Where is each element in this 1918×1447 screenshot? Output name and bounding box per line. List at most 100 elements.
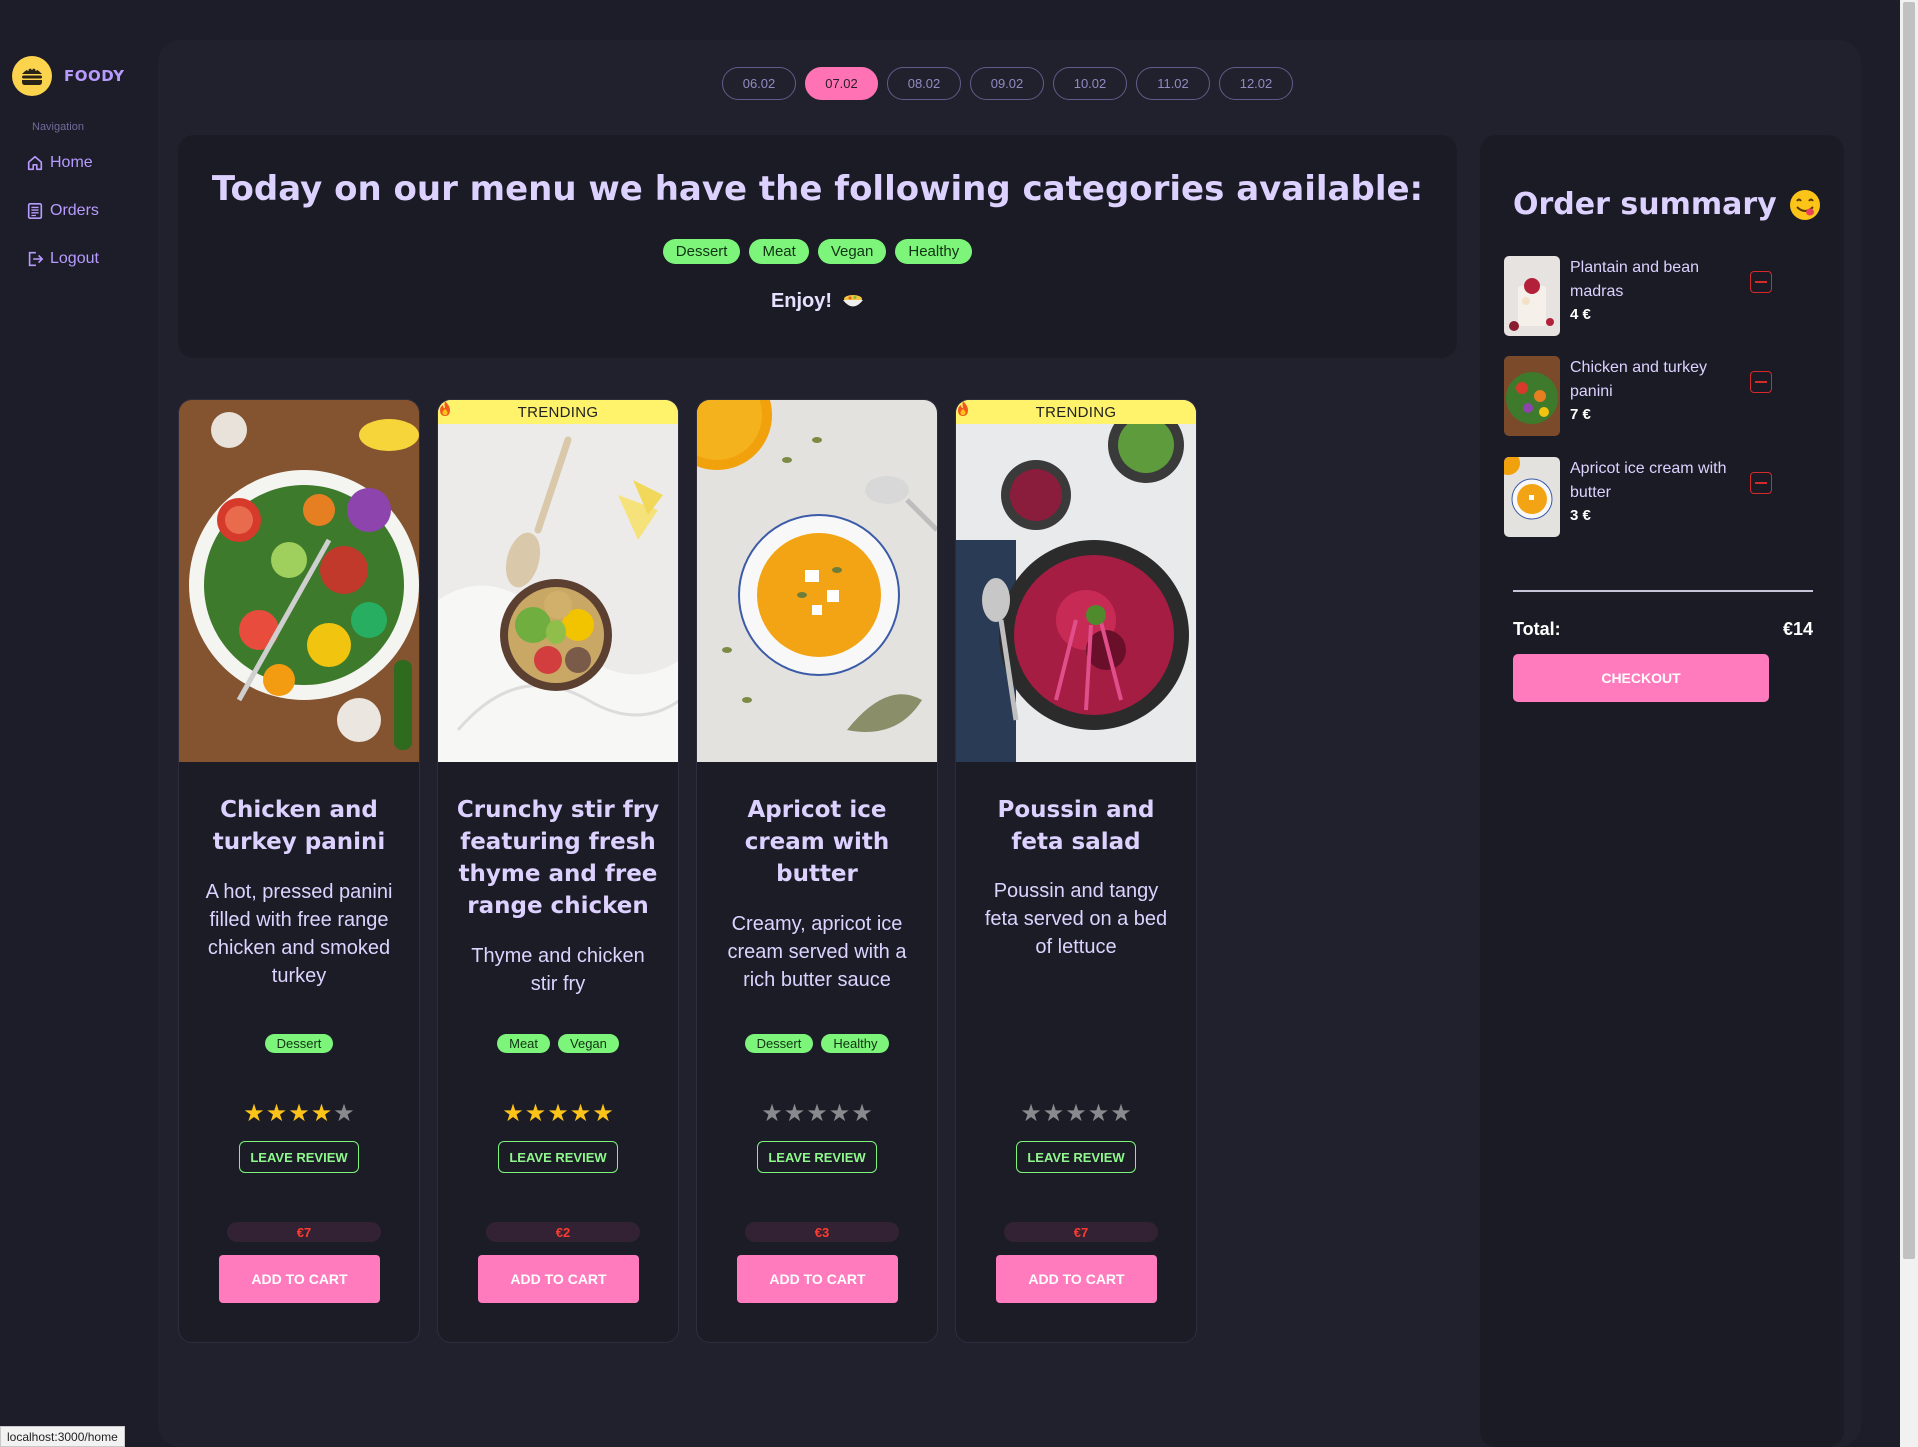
star-icon[interactable]: ★ [1043, 1102, 1065, 1126]
star-icon[interactable]: ★ [1020, 1102, 1042, 1126]
star-icon[interactable]: ★ [784, 1102, 806, 1126]
logout-icon [28, 251, 44, 267]
star-icon[interactable]: ★ [333, 1102, 355, 1126]
summary-item-name: Chicken and turkey panini [1570, 359, 1707, 400]
summary-item-image [1504, 256, 1560, 336]
status-url: localhost:3000/home [0, 1426, 125, 1447]
summary-item-name: Apricot ice cream with butter [1570, 460, 1727, 501]
rating-stars[interactable]: ★ ★ ★ ★ ★ [179, 1102, 419, 1126]
star-icon[interactable]: ★ [547, 1102, 569, 1126]
meal-image: TRENDING [438, 400, 678, 762]
category-tag[interactable]: Meat [749, 239, 809, 264]
date-tab[interactable]: 08.02 [887, 67, 961, 100]
meal-tag: Dessert [264, 1034, 334, 1053]
meal-tag: Meat [497, 1034, 551, 1053]
meal-card: TRENDING Crunchy stir fry featuring fres… [437, 399, 679, 1343]
meal-tag: Healthy [821, 1034, 890, 1053]
star-icon[interactable]: ★ [592, 1102, 614, 1126]
summary-item-price: 4 € [1570, 306, 1591, 323]
sidebar-item-logout[interactable]: Logout [26, 250, 99, 268]
logo[interactable]: FOODY [12, 56, 124, 96]
summary-item-price: 7 € [1570, 406, 1591, 423]
summary-item-name: Plantain and bean madras [1570, 259, 1699, 300]
star-icon[interactable]: ★ [1065, 1102, 1087, 1126]
summary-item-image [1504, 356, 1560, 436]
meal-tags: Dessert Healthy [697, 1034, 937, 1053]
summary-divider [1513, 590, 1813, 592]
sidebar-item-home[interactable]: Home [26, 154, 93, 172]
date-selector: 06.02 07.02 08.02 09.02 10.02 11.02 12.0… [722, 67, 1293, 100]
checkout-button[interactable]: CHECKOUT [1513, 654, 1769, 702]
remove-item-button[interactable] [1750, 371, 1772, 393]
summary-item-image [1504, 457, 1560, 537]
star-icon[interactable]: ★ [288, 1102, 310, 1126]
add-to-cart-button[interactable]: ADD TO CART [219, 1255, 380, 1303]
trending-label: TRENDING [1035, 403, 1117, 421]
date-tab[interactable]: 10.02 [1053, 67, 1127, 100]
meal-description: Thyme and chicken stir fry [471, 945, 645, 995]
date-tab-selected[interactable]: 07.02 [805, 67, 878, 100]
star-icon[interactable]: ★ [829, 1102, 851, 1126]
star-icon[interactable]: ★ [1088, 1102, 1110, 1126]
orders-icon [27, 202, 43, 220]
rating-stars[interactable]: ★ ★ ★ ★ ★ [438, 1102, 678, 1126]
date-tab[interactable]: 06.02 [722, 67, 796, 100]
add-to-cart-button[interactable]: ADD TO CART [996, 1255, 1157, 1303]
leave-review-button[interactable]: LEAVE REVIEW [757, 1141, 877, 1173]
price-badge: €3 [745, 1222, 899, 1242]
meal-title: Poussin and feta salad [997, 797, 1155, 855]
add-to-cart-button[interactable]: ADD TO CART [478, 1255, 639, 1303]
meal-description: A hot, pressed panini filled with free r… [205, 881, 393, 987]
enjoy-message: Enjoy! [178, 290, 1457, 313]
enjoy-text: Enjoy! [770, 290, 833, 312]
star-icon[interactable]: ★ [761, 1102, 783, 1126]
leave-review-button[interactable]: LEAVE REVIEW [239, 1141, 359, 1173]
date-tab[interactable]: 12.02 [1219, 67, 1293, 100]
star-icon[interactable]: ★ [1110, 1102, 1132, 1126]
meal-card: TRENDING Poussin and feta salad Poussin … [955, 399, 1197, 1343]
category-tag[interactable]: Vegan [817, 239, 887, 264]
star-icon[interactable]: ★ [243, 1102, 265, 1126]
nav-heading: Navigation [32, 121, 84, 133]
meal-title: Apricot ice cream with butter [744, 797, 890, 887]
star-icon[interactable]: ★ [525, 1102, 547, 1126]
sidebar-item-orders[interactable]: Orders [26, 202, 99, 220]
sidebar-item-label: Home [50, 154, 93, 171]
category-list: Dessert Meat Vegan Healthy [178, 239, 1457, 264]
remove-item-button[interactable] [1750, 271, 1772, 293]
star-icon[interactable]: ★ [502, 1102, 524, 1126]
meal-title: Crunchy stir fry featuring fresh thyme a… [456, 797, 660, 919]
leave-review-button[interactable]: LEAVE REVIEW [498, 1141, 618, 1173]
home-icon [27, 155, 43, 171]
sidebar-item-label: Orders [50, 202, 99, 219]
category-tag[interactable]: Dessert [662, 239, 741, 264]
menu-banner: Today on our menu we have the following … [178, 135, 1457, 358]
date-tab[interactable]: 09.02 [970, 67, 1044, 100]
add-to-cart-button[interactable]: ADD TO CART [737, 1255, 898, 1303]
date-tab[interactable]: 11.02 [1136, 67, 1210, 100]
summary-item-price: 3 € [1570, 507, 1591, 524]
star-icon[interactable]: ★ [570, 1102, 592, 1126]
scrollbar-thumb[interactable] [1903, 2, 1915, 1259]
burger-icon [12, 56, 52, 96]
rating-stars[interactable]: ★ ★ ★ ★ ★ [697, 1102, 937, 1126]
remove-item-button[interactable] [1750, 472, 1772, 494]
leave-review-button[interactable]: LEAVE REVIEW [1016, 1141, 1136, 1173]
star-icon[interactable]: ★ [266, 1102, 288, 1126]
star-icon[interactable]: ★ [311, 1102, 333, 1126]
app-name: FOODY [64, 67, 125, 85]
page-scrollbar[interactable] [1900, 0, 1918, 1447]
category-tag[interactable]: Healthy [895, 239, 973, 264]
meal-description: Poussin and tangy feta served on a bed o… [984, 880, 1168, 958]
fire-icon [958, 401, 968, 416]
sidebar: FOODY Navigation Home Orders Logout [0, 0, 158, 1447]
meal-card: Chicken and turkey panini A hot, pressed… [178, 399, 420, 1343]
meal-image [179, 400, 419, 762]
star-icon[interactable]: ★ [806, 1102, 828, 1126]
star-icon[interactable]: ★ [851, 1102, 873, 1126]
rating-stars[interactable]: ★ ★ ★ ★ ★ [956, 1102, 1196, 1126]
summary-item: Apricot ice cream with butter 3 € [1504, 457, 1824, 539]
meal-tag: Dessert [744, 1034, 814, 1053]
app-root: FOODY Navigation Home Orders Logout 06.0… [0, 0, 1918, 1447]
meal-description: Creamy, apricot ice cream served with a … [727, 913, 907, 991]
